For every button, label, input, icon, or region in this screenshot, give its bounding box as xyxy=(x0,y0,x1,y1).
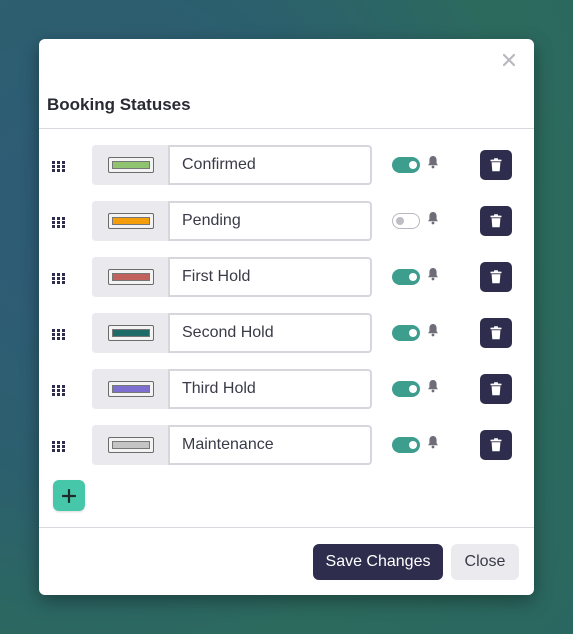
close-button[interactable]: Close xyxy=(451,544,519,580)
delete-status-button[interactable] xyxy=(480,206,512,236)
status-row xyxy=(39,257,534,297)
notification-toggle[interactable] xyxy=(392,213,420,229)
toggle-knob xyxy=(409,161,417,169)
drag-handle-icon[interactable] xyxy=(52,215,67,228)
trash-icon xyxy=(490,438,502,452)
close-icon[interactable] xyxy=(499,50,519,70)
drag-handle-icon[interactable] xyxy=(52,159,67,172)
notification-toggle[interactable] xyxy=(392,437,420,453)
color-swatch-fill xyxy=(112,441,150,449)
footer-divider xyxy=(39,527,534,528)
status-name-input[interactable] xyxy=(168,257,372,297)
save-changes-button[interactable]: Save Changes xyxy=(313,544,443,580)
bell-icon xyxy=(427,211,439,225)
toggle-knob xyxy=(396,216,404,225)
notification-toggle[interactable] xyxy=(392,269,420,285)
bell-icon xyxy=(427,155,439,169)
trash-icon xyxy=(490,158,502,172)
trash-icon xyxy=(490,214,502,228)
color-swatch-fill xyxy=(112,329,150,337)
status-row xyxy=(39,313,534,353)
color-picker-button[interactable] xyxy=(92,257,170,297)
status-row xyxy=(39,369,534,409)
color-swatch-fill xyxy=(112,161,150,169)
add-status-button[interactable] xyxy=(53,480,85,511)
notification-toggle[interactable] xyxy=(392,381,420,397)
color-picker-button[interactable] xyxy=(92,145,170,185)
drag-handle-icon[interactable] xyxy=(52,439,67,452)
status-name-input[interactable] xyxy=(168,145,372,185)
status-name-input[interactable] xyxy=(168,313,372,353)
trash-icon xyxy=(490,382,502,396)
delete-status-button[interactable] xyxy=(480,374,512,404)
header-divider xyxy=(39,128,534,129)
color-swatch xyxy=(108,325,154,341)
status-name-input[interactable] xyxy=(168,369,372,409)
status-row xyxy=(39,145,534,185)
plus-icon xyxy=(62,488,76,503)
color-swatch xyxy=(108,269,154,285)
drag-handle-icon[interactable] xyxy=(52,383,67,396)
color-picker-button[interactable] xyxy=(92,425,170,465)
delete-status-button[interactable] xyxy=(480,262,512,292)
toggle-knob xyxy=(409,273,417,281)
toggle-knob xyxy=(409,441,417,449)
color-picker-button[interactable] xyxy=(92,201,170,241)
color-swatch xyxy=(108,437,154,453)
delete-status-button[interactable] xyxy=(480,318,512,348)
color-picker-button[interactable] xyxy=(92,369,170,409)
modal-title: Booking Statuses xyxy=(47,95,191,114)
color-swatch xyxy=(108,213,154,229)
color-swatch-fill xyxy=(112,273,150,281)
status-row xyxy=(39,425,534,465)
toggle-knob xyxy=(409,329,417,337)
notification-toggle[interactable] xyxy=(392,325,420,341)
status-name-input[interactable] xyxy=(168,425,372,465)
delete-status-button[interactable] xyxy=(480,430,512,460)
toggle-knob xyxy=(409,385,417,393)
drag-handle-icon[interactable] xyxy=(52,327,67,340)
trash-icon xyxy=(490,326,502,340)
drag-handle-icon[interactable] xyxy=(52,271,67,284)
color-swatch-fill xyxy=(112,385,150,393)
delete-status-button[interactable] xyxy=(480,150,512,180)
color-swatch xyxy=(108,157,154,173)
status-name-input[interactable] xyxy=(168,201,372,241)
bell-icon xyxy=(427,379,439,393)
bell-icon xyxy=(427,323,439,337)
booking-statuses-modal: Booking Statuses Confirmed Pending First… xyxy=(39,39,534,595)
trash-icon xyxy=(490,270,502,284)
color-swatch-fill xyxy=(112,217,150,225)
notification-toggle[interactable] xyxy=(392,157,420,173)
bell-icon xyxy=(427,267,439,281)
color-swatch xyxy=(108,381,154,397)
status-row xyxy=(39,201,534,241)
bell-icon xyxy=(427,435,439,449)
color-picker-button[interactable] xyxy=(92,313,170,353)
